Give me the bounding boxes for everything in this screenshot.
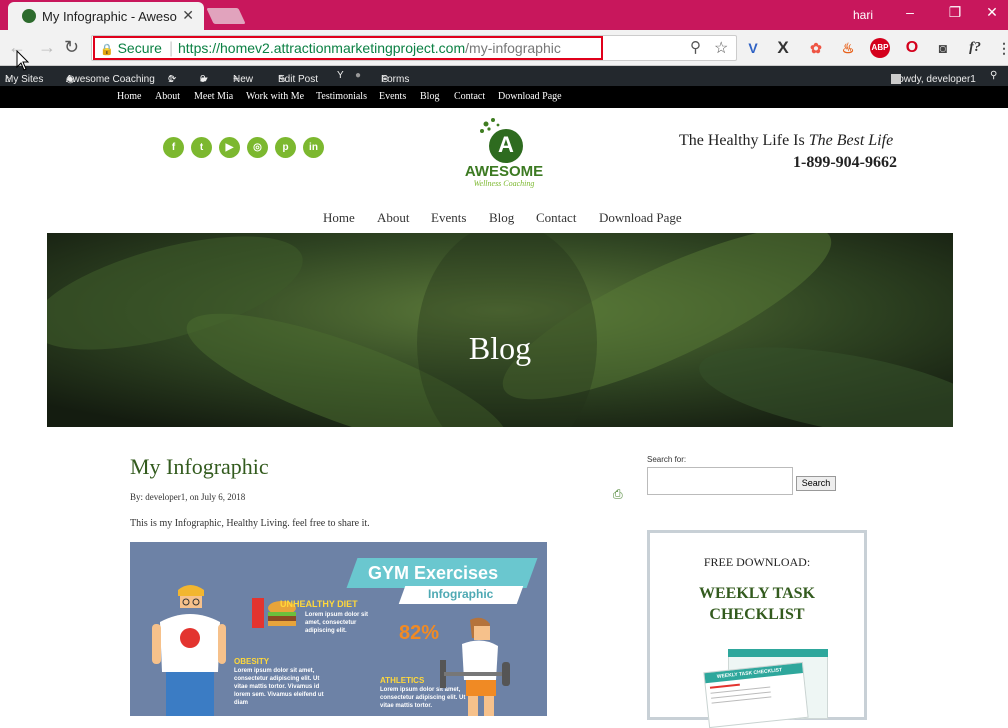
top-menu-item[interactable]: Work with Me [246, 91, 304, 102]
admin-my-sites-label: My Sites [5, 74, 44, 85]
post-intro: This is my Infographic, Healthy Living. … [130, 518, 370, 529]
youtube-icon[interactable]: ▶ [219, 137, 240, 158]
forward-icon[interactable]: → [38, 37, 56, 58]
facebook-icon[interactable]: f [163, 137, 184, 158]
post-title: My Infographic [130, 454, 269, 479]
search-input[interactable] [647, 467, 793, 495]
tab-title: My Infographic - Aweson [42, 8, 177, 24]
top-menu-item[interactable]: Home [117, 91, 141, 102]
print-icon[interactable]: ⎙ [613, 487, 623, 502]
phone-number[interactable]: 1-899-904-9662 [793, 154, 897, 172]
top-menu-item[interactable]: Contact [454, 91, 485, 102]
main-nav-item[interactable]: Home [323, 210, 355, 226]
admin-howdy-label: Howdy, developer1 [891, 74, 976, 85]
minimize-icon[interactable]: – [900, 4, 920, 20]
url-highlight-box [93, 36, 603, 60]
main-nav-item[interactable]: Events [431, 210, 466, 226]
obesity-title: OBESITY [234, 657, 270, 666]
main-nav-item[interactable]: Download Page [599, 210, 682, 226]
infographic-subheading: Infographic [428, 587, 494, 601]
athletics-title: ATHLETICS [380, 676, 425, 685]
instagram-icon[interactable]: ◎ [247, 137, 268, 158]
infographic-percent: 82% [399, 622, 440, 644]
unhealthy-diet-text: Lorem ipsum dolor sit amet, consectetur … [305, 612, 369, 634]
hero-title: Blog [468, 330, 532, 366]
bookmark-star-icon[interactable]: ☆ [714, 38, 728, 58]
athlete-illustration [440, 617, 510, 716]
top-menu: Home About Meet Mia Work with Me Testimo… [0, 86, 1008, 108]
status-dot-icon[interactable]: ● [355, 70, 361, 81]
logo-letter: A [498, 132, 514, 157]
hero-banner: Blog [47, 233, 953, 427]
checklist-preview-image[interactable]: WEEKLY TASK CHECKLIST [703, 649, 828, 728]
reload-icon[interactable]: ↻ [64, 37, 79, 58]
mouse-cursor-icon [16, 50, 30, 71]
browser-user[interactable]: hari [853, 8, 873, 22]
logo-name: AWESOME [464, 163, 544, 180]
logo-subtitle: Wellness Coaching [473, 179, 535, 188]
extension-f-icon[interactable]: f? [965, 38, 985, 58]
obese-man-illustration [152, 585, 226, 716]
tab-favicon-icon [22, 9, 36, 23]
extension-bulb-icon[interactable]: ◙ [933, 38, 953, 58]
tagline-prefix: The Healthy Life Is [679, 132, 805, 149]
zoom-icon[interactable]: ⚲ [690, 38, 701, 56]
window-close-icon[interactable]: ✕ [982, 4, 1002, 21]
admin-search-icon[interactable]: ⚲ [990, 70, 997, 81]
admin-edit-post-label: Edit Post [278, 74, 319, 85]
browser-menu-icon[interactable]: ⋮ [994, 38, 1008, 58]
top-menu-item[interactable]: About [155, 91, 180, 102]
post-meta: By: developer1, on July 6, 2018 [130, 492, 246, 502]
main-nav-item[interactable]: Contact [536, 210, 576, 226]
linkedin-icon[interactable]: in [303, 137, 324, 158]
new-tab-button[interactable] [206, 8, 246, 24]
search-button[interactable]: Search [796, 476, 836, 491]
top-menu-item[interactable]: Meet Mia [194, 91, 233, 102]
top-menu-item[interactable]: Download Page [498, 91, 562, 102]
top-menu-item[interactable]: Testimonials [316, 91, 367, 102]
download-widget: FREE DOWNLOAD: WEEKLY TASK CHECKLIST WEE… [647, 530, 867, 728]
admin-comments-count: 0 [200, 74, 206, 85]
tagline: The Healthy Life Is The Best Life [679, 132, 893, 150]
extension-v-icon[interactable]: V [743, 38, 763, 58]
unhealthy-diet-title: UNHEALTHY DIET [280, 599, 358, 609]
obesity-text: Lorem ipsum dolor sit amet, consectetur … [234, 668, 324, 706]
tab-close-icon[interactable]: ✕ [182, 7, 194, 24]
infographic-heading: GYM Exercises [368, 563, 499, 583]
tagline-emphasis: The Best Life [808, 132, 894, 149]
site-logo[interactable]: A AWESOME Wellness Coaching [462, 116, 546, 190]
wp-admin-bar: ⌂ My Sites ◉ Awesome Coaching ⟳ 1 ▰ 0 + … [0, 66, 1008, 86]
twitter-icon[interactable]: t [191, 137, 212, 158]
main-nav-item[interactable]: Blog [489, 210, 514, 226]
extension-fire-icon[interactable]: ♨ [838, 38, 858, 58]
top-menu-item[interactable]: Events [379, 91, 406, 102]
admin-new-label: New [233, 74, 254, 85]
avatar [891, 74, 901, 84]
infographic-image[interactable]: GYM Exercises Infographic UNHEALTHY DIET… [130, 542, 547, 716]
main-nav-item[interactable]: About [377, 210, 410, 226]
pinterest-icon[interactable]: p [275, 137, 296, 158]
extension-x-icon[interactable]: X [773, 38, 793, 58]
maximize-icon[interactable]: ❐ [945, 4, 965, 21]
opera-icon[interactable]: O [902, 38, 922, 58]
adblock-icon[interactable]: ABP [870, 38, 890, 58]
search-label: Search for: [647, 455, 687, 464]
yoast-icon[interactable]: Y [337, 70, 344, 81]
top-menu-item[interactable]: Blog [420, 91, 439, 102]
admin-site-name-label: Awesome Coaching [66, 74, 155, 85]
extension-color-icon[interactable]: ✿ [806, 38, 826, 58]
download-title[interactable]: WEEKLY TASK CHECKLIST [650, 583, 864, 625]
browser-tab[interactable]: My Infographic - Aweson ✕ [8, 2, 204, 30]
browser-titlebar: My Infographic - Aweson ✕ hari – ❐ ✕ [0, 0, 1008, 30]
download-label: FREE DOWNLOAD: [703, 555, 811, 569]
admin-updates-count: 1 [168, 74, 174, 85]
admin-forms-label: Forms [381, 74, 410, 85]
